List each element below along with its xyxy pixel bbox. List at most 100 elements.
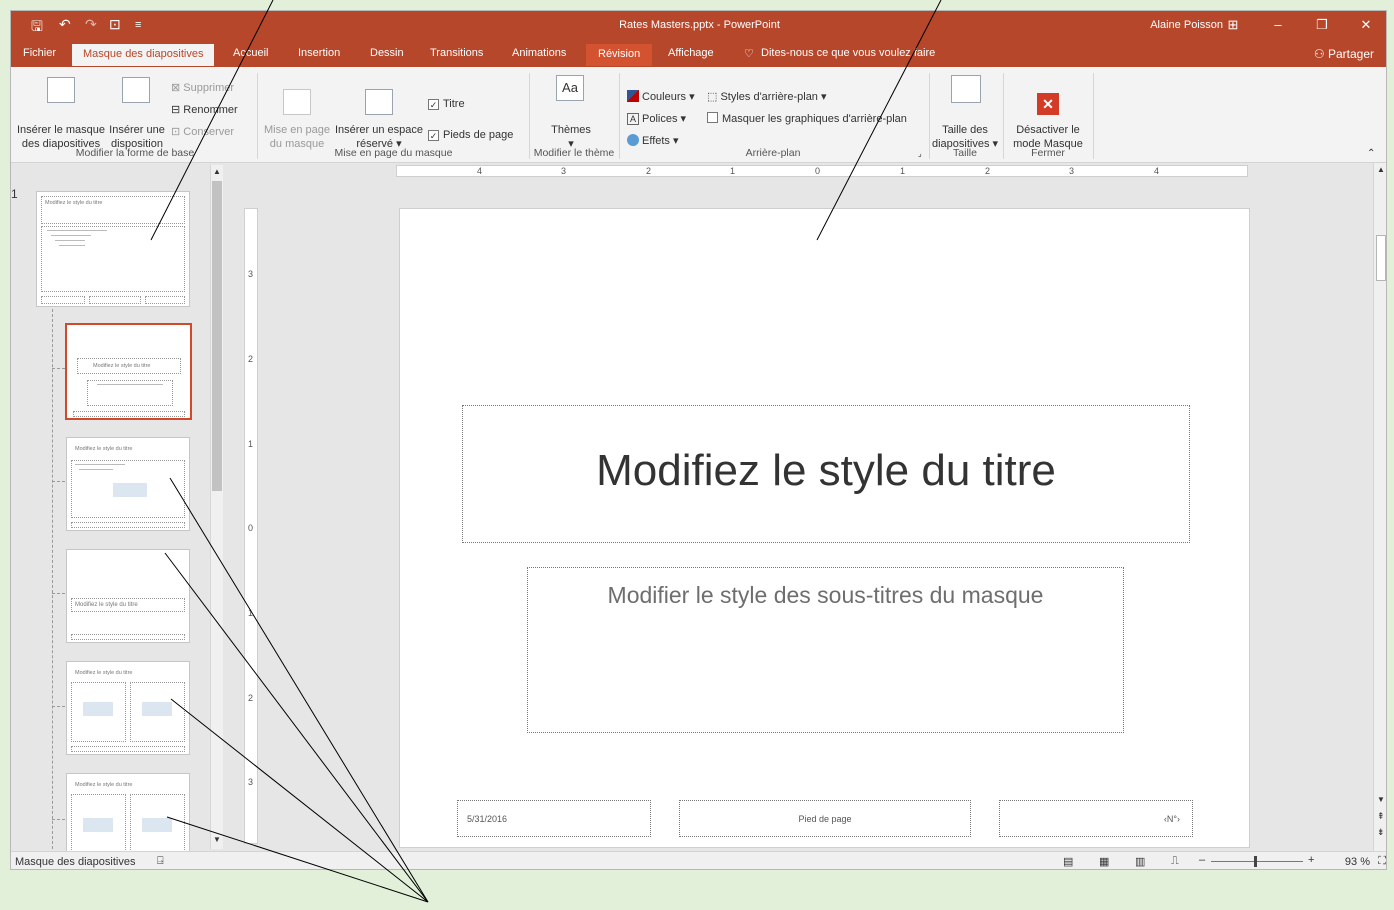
scroll-up-icon[interactable]: ▲ <box>213 167 221 176</box>
tell-me-icon[interactable]: ♡ <box>744 47 754 60</box>
fit-to-window-icon[interactable]: ⛶ <box>1378 855 1386 868</box>
background-dialog-launcher-icon[interactable]: ⌟ <box>918 147 922 161</box>
colors-button[interactable]: Couleurs ▾ <box>627 90 695 104</box>
ribbon-display-icon[interactable]: ⊞ <box>1218 17 1248 33</box>
hide-background-checkbox[interactable]: Masquer les graphiques d'arrière-plan <box>707 112 907 126</box>
tab-insertion[interactable]: Insertion <box>298 47 340 59</box>
tab-fichier[interactable]: Fichier <box>23 47 56 59</box>
ribbon-separator <box>1093 73 1094 159</box>
title-placeholder[interactable]: Modifiez le style du titre <box>462 405 1190 543</box>
scroll-down-icon[interactable]: ▼ <box>213 835 221 844</box>
preserve-button[interactable]: ⊡ Conserver <box>171 125 234 139</box>
ruler-number: 0 <box>248 523 254 533</box>
thumb-text-line <box>79 469 113 470</box>
restore-icon[interactable]: ❐ <box>1307 17 1337 33</box>
slide-subtitle[interactable]: Modifier le style des sous-titres du mas… <box>528 582 1123 609</box>
scroll-thumb[interactable] <box>1376 235 1386 281</box>
group-label-edit-theme: Modifier le thème <box>533 147 615 159</box>
view-name: Masque des diapositives <box>15 856 136 868</box>
next-slide-icon[interactable]: ⇟ <box>1377 827 1385 838</box>
collapse-ribbon-icon[interactable]: ⌃ <box>1367 147 1375 161</box>
rename-button[interactable]: ⊟ Renommer <box>171 103 238 117</box>
master-thumbnail[interactable]: Modifiez le style du titre <box>36 191 190 307</box>
checkbox-unchecked-icon <box>707 112 718 123</box>
ruler-number: 2 <box>248 693 254 703</box>
accessibility-icon[interactable]: ⍈ <box>157 855 164 868</box>
ribbon-tabs: Fichier Masque des diapositives Accueil … <box>11 41 1386 67</box>
tab-masque-diapositives[interactable]: Masque des diapositives <box>72 44 215 66</box>
scroll-down-icon[interactable]: ▼ <box>1377 795 1385 804</box>
footers-checkbox[interactable]: ✓ Pieds de page <box>428 128 513 142</box>
normal-view-icon[interactable]: ▤ <box>1063 855 1073 868</box>
thumb-text-line <box>75 464 125 465</box>
ruler-number: 1 <box>900 166 906 176</box>
layout-thumbnail-title-selected[interactable]: Modifiez le style du titre <box>65 323 192 420</box>
preserve-icon: ⊡ <box>171 126 184 138</box>
layout-tree-branch <box>52 368 65 369</box>
thumb-placeholder <box>89 296 141 304</box>
delete-icon: ⊠ <box>171 82 184 94</box>
tell-me-search[interactable]: Dites-nous ce que vous voulez faire <box>761 47 935 59</box>
effects-button[interactable]: Effets ▾ <box>627 134 679 148</box>
tab-affichage[interactable]: Affichage <box>668 47 714 59</box>
thumb-content-icons <box>142 818 172 832</box>
themes-icon: Aa <box>556 75 584 101</box>
slide-number-placeholder[interactable]: ‹N°› <box>999 800 1193 837</box>
delete-button[interactable]: ⊠ Supprimer <box>171 81 234 95</box>
zoom-level[interactable]: 93 % <box>1345 856 1370 868</box>
layout-tree-branch <box>52 593 65 594</box>
layout-thumbnail-content[interactable]: Modifiez le style du titre <box>66 437 190 531</box>
thumbnails-scrollbar[interactable]: ▲ ▼ <box>210 165 223 849</box>
layout-tree-branch <box>52 819 65 820</box>
layout-tree-branch <box>52 706 65 707</box>
zoom-slider[interactable] <box>1211 861 1303 862</box>
title-checkbox[interactable]: ✓ Titre <box>428 97 465 111</box>
scroll-up-icon[interactable]: ▲ <box>1377 165 1385 174</box>
zoom-slider-thumb[interactable] <box>1254 856 1257 867</box>
horizontal-ruler-bar: 4 3 2 1 0 1 2 3 4 <box>396 165 1248 177</box>
layout-thumbnail-comparison[interactable]: Modifiez le style du titre <box>66 773 190 851</box>
thumb-title: Modifiez le style du titre <box>93 363 151 369</box>
zoom-out-icon[interactable]: – <box>1199 854 1205 866</box>
fonts-icon: A <box>627 113 639 125</box>
thumb-text-line <box>51 235 91 236</box>
share-button[interactable]: ⚇ Partager <box>1314 47 1374 61</box>
group-label-edit-master: Modifier la forme de base <box>75 147 195 159</box>
slide-scrollbar[interactable]: ▲ ▼ ⇞ ⇟ <box>1373 163 1386 851</box>
zoom-in-icon[interactable]: + <box>1308 854 1314 866</box>
reading-view-icon[interactable]: ▥ <box>1135 855 1145 868</box>
close-icon[interactable]: ✕ <box>1351 17 1381 33</box>
slide-title[interactable]: Modifiez le style du titre <box>463 446 1189 496</box>
tab-animations[interactable]: Animations <box>512 47 566 59</box>
thumb-text-line <box>55 240 85 241</box>
user-name[interactable]: Alaine Poisson <box>1150 19 1223 31</box>
slideshow-icon[interactable]: ⎍ <box>1171 855 1179 868</box>
thumb-content-icons <box>83 818 113 832</box>
footer-placeholder[interactable]: Pied de page <box>679 800 971 837</box>
layout-thumbnail-section[interactable]: Modifiez le style du titre <box>66 549 190 643</box>
slide-number-text[interactable]: ‹N°› <box>1164 814 1180 824</box>
ribbon: Insérer le masque des diapositives Insére… <box>11 67 1386 163</box>
close-master-view-icon: ✕ <box>1037 93 1059 115</box>
scroll-thumb[interactable] <box>212 181 222 491</box>
slide-sorter-icon[interactable]: ▦ <box>1099 855 1109 868</box>
subtitle-placeholder[interactable]: Modifier le style des sous-titres du mas… <box>527 567 1124 733</box>
footer-text[interactable]: Pied de page <box>680 814 970 824</box>
title-bar: 🖫 ↶ ↷ ⊡ ≡ Rates Masters.pptx - PowerPoin… <box>11 11 1386 41</box>
tab-revision[interactable]: Révision <box>586 44 653 66</box>
tab-transitions[interactable]: Transitions <box>430 47 483 59</box>
insert-master-icon <box>47 77 75 103</box>
slide-canvas[interactable]: Modifiez le style du titre Modifier le s… <box>399 208 1250 848</box>
date-placeholder[interactable]: 5/31/2016 <box>457 800 651 837</box>
tab-accueil[interactable]: Accueil <box>233 47 268 59</box>
background-styles-button[interactable]: ⬚ Styles d'arrière-plan ▾ <box>707 90 827 104</box>
group-label-close: Fermer <box>1031 147 1065 159</box>
layout-thumbnail-two-content[interactable]: Modifiez le style du titre <box>66 661 190 755</box>
fonts-button[interactable]: A Polices ▾ <box>627 112 686 126</box>
date-text[interactable]: 5/31/2016 <box>467 814 507 824</box>
tab-dessin[interactable]: Dessin <box>370 47 404 59</box>
minimize-icon[interactable]: – <box>1263 17 1293 32</box>
insert-layout-icon <box>122 77 150 103</box>
previous-slide-icon[interactable]: ⇞ <box>1377 811 1385 822</box>
thumb-placeholder <box>41 296 85 304</box>
